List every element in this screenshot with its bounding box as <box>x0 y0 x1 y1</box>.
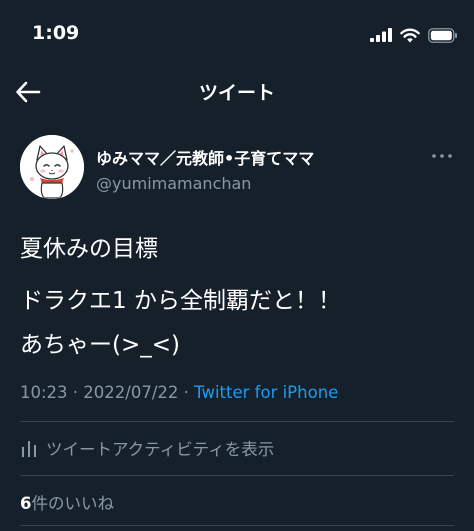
tweet-meta: 10:23 · 2022/07/22 · Twitter for iPhone <box>20 383 338 402</box>
more-button[interactable] <box>430 149 454 163</box>
divider <box>20 421 454 422</box>
avatar[interactable] <box>20 135 84 199</box>
author-name: ゆみママ／元教師•子育てママ <box>96 149 315 168</box>
status-bar: 1:09 <box>0 0 474 70</box>
activity-label: ツイートアクティビティを表示 <box>46 440 275 459</box>
author-handle: @yumimamanchan <box>96 174 252 193</box>
divider <box>20 525 454 526</box>
tweet-source-link[interactable]: Twitter for iPhone <box>194 383 338 402</box>
status-icons <box>370 25 458 45</box>
cat-avatar-image <box>20 135 84 199</box>
likes-count: 6 <box>20 494 32 513</box>
author-info[interactable]: ゆみママ／元教師•子育てママ @yumimamanchan <box>96 145 314 193</box>
wifi-icon <box>400 28 420 42</box>
tweet-text: 夏休みの目標 ドラクエ1 から全制覇だと！！ あちゃー(>_<) <box>20 229 460 359</box>
battery-icon <box>428 27 457 43</box>
divider <box>20 475 454 476</box>
tweet-timestamp: 10:23 · 2022/07/22 · <box>20 383 195 402</box>
tweet-text-line: ドラクエ1 から全制覇だと！！ <box>20 288 341 314</box>
activity-bars-icon <box>22 441 36 457</box>
signal-icon <box>370 28 392 42</box>
tweet-text-line: あちゃー(>_<) <box>20 332 180 358</box>
likes-stat[interactable]: 6件のいいね <box>20 490 114 514</box>
likes-label: 件のいいね <box>31 494 114 513</box>
more-icon <box>432 154 452 158</box>
tweet-text-line: 夏休みの目標 <box>20 236 158 262</box>
status-time: 1:09 <box>32 22 80 44</box>
nav-bar: ツイート <box>0 70 474 112</box>
tweet-activity-button[interactable]: ツイートアクティビティを表示 <box>20 436 274 460</box>
page-title: ツイート <box>198 82 275 104</box>
